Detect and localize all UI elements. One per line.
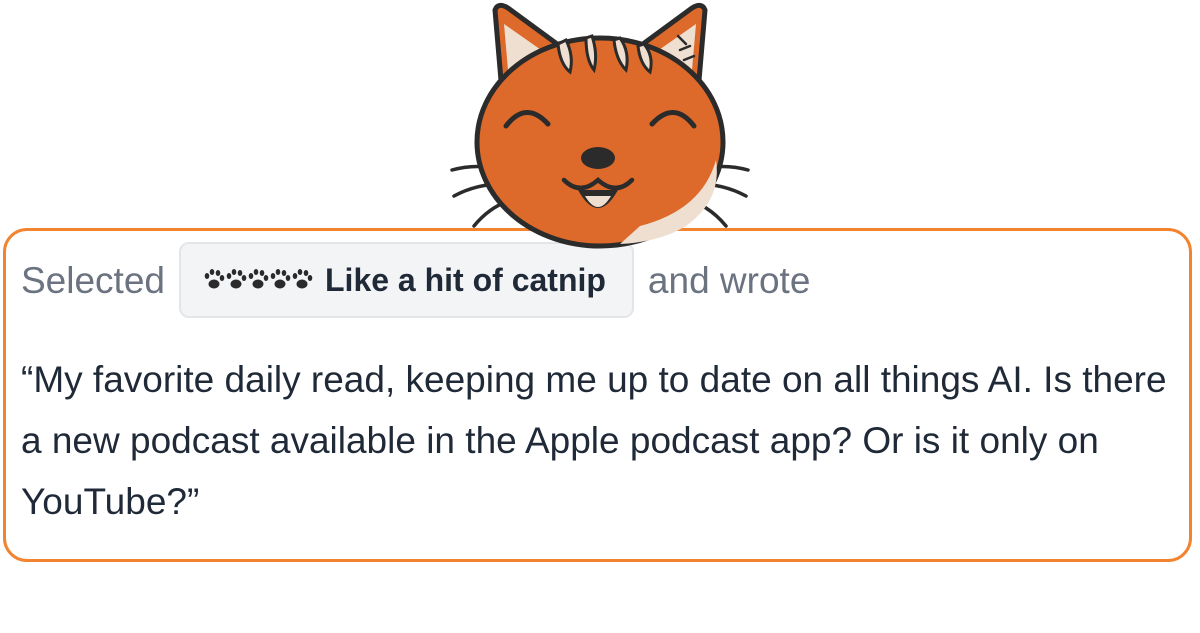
selected-label: Selected [21, 259, 165, 301]
rating-row: Selected Like a hit of catnip and wrote [21, 241, 810, 319]
review-card: Selected Like a hit of catnip and wrote … [3, 228, 1192, 562]
paw-rating [203, 267, 313, 293]
wrote-label: and wrote [647, 259, 811, 301]
smiling-cat-face-icon [440, 0, 760, 250]
review-text: “My favorite daily read, keeping me up t… [21, 359, 1167, 522]
paw-print-icon [203, 267, 225, 293]
rating-label: Like a hit of catnip [325, 262, 606, 298]
paw-print-icon [269, 267, 291, 293]
paw-print-icon [247, 267, 269, 293]
paw-print-icon [225, 267, 247, 293]
paw-print-icon [291, 267, 313, 293]
rating-chip[interactable]: Like a hit of catnip [179, 242, 634, 318]
